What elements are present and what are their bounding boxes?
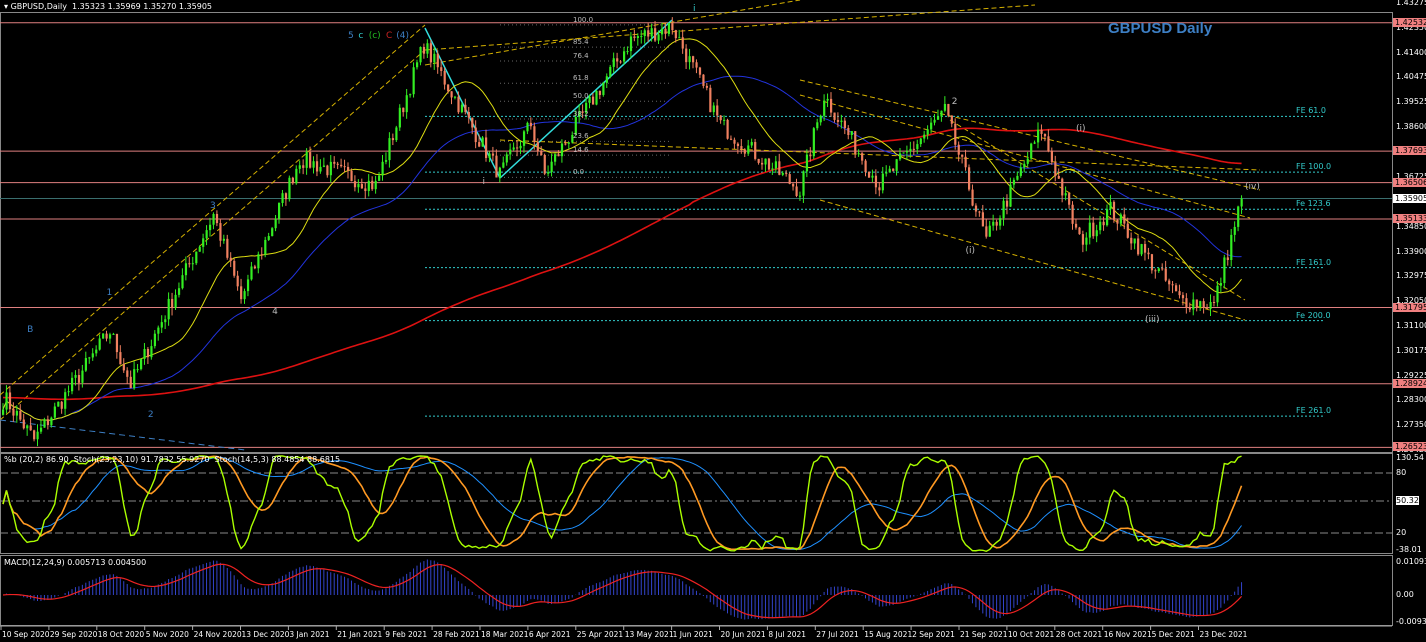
fib-level-label: 50.0 — [573, 92, 589, 101]
fib-level-label: 76.4 — [573, 51, 589, 60]
date-axis-label: 10 Oct 2021 — [1007, 630, 1055, 639]
date-axis-label: 29 Sep 2020 — [49, 630, 98, 639]
fib-level-label: 61.8 — [573, 74, 589, 83]
date-axis-label: 20 Jun 2021 — [720, 630, 766, 639]
wave-label: 4 — [272, 306, 278, 317]
price-level-tag: 1.42532 — [1393, 17, 1426, 27]
fib-level-label: 85.4 — [573, 38, 589, 47]
price-level-tag: 1.37693 — [1393, 146, 1426, 156]
date-axis-label: 28 Feb 2021 — [433, 630, 480, 639]
stoch-axis-label: -38.01 — [1396, 545, 1422, 554]
date-axis-label: 10 Sep 2020 — [2, 630, 50, 639]
fe-level-label: Fe 200.0 — [1296, 310, 1331, 320]
stoch-axis-label: 20 — [1396, 528, 1407, 537]
fib-level-label: 38.2 — [573, 110, 589, 119]
date-axis-label: 13 May 2021 — [624, 630, 674, 639]
date-axis-label: 25 Apr 2021 — [576, 630, 624, 639]
price-level-tag: 1.36506 — [1393, 177, 1426, 187]
wave-label: (iii) — [1144, 314, 1160, 325]
wave-label: B — [27, 325, 34, 336]
date-axis-label: 5 Dec 2021 — [1151, 630, 1195, 639]
fe-level-label: FE 100.0 — [1296, 162, 1332, 172]
fib-level-label: 23.6 — [573, 132, 589, 141]
date-axis-label: 15 Aug 2021 — [864, 630, 913, 639]
date-axis-label: 9 Feb 2021 — [385, 630, 428, 639]
macd-axis-label: -0.009374 — [1396, 617, 1426, 626]
date-axis-label: 18 Oct 2020 — [97, 630, 145, 639]
price-level-tag: 1.31795 — [1393, 302, 1426, 312]
wave-label: C — [385, 30, 393, 41]
wave-label: (iv) — [1245, 182, 1260, 193]
date-axis-label: 21 Sep 2021 — [960, 630, 1008, 639]
date-axis-label: 21 Jan 2021 — [337, 630, 383, 639]
stoch-axis-label: 80 — [1396, 468, 1407, 477]
date-axis-label: 3 Jan 2021 — [289, 630, 330, 639]
current-price-tag: 1.35905 — [1393, 193, 1426, 203]
fe-level-label: Fe 123.6 — [1296, 199, 1331, 209]
date-axis-label: 13 Dec 2020 — [241, 630, 290, 639]
wave-label: i — [482, 176, 486, 187]
stoch-axis-label: 50.32 — [1396, 496, 1419, 505]
macd-axis-label: 0.010937 — [1396, 557, 1426, 566]
price-level-tag: 1.28924 — [1393, 378, 1426, 388]
date-axis-label: 1 Jun 2021 — [672, 630, 713, 639]
label-overlay: 1.43275 1.42350 1.41400 1.40475 1.39525 1.386… — [0, 0, 1426, 642]
price-axis-label: 1.33900 — [1396, 246, 1426, 256]
fib-level-label: 100.0 — [573, 15, 594, 24]
fe-level-label: FE 61.0 — [1296, 106, 1327, 116]
date-axis-label: 27 Jul 2021 — [816, 630, 859, 639]
fib-level-label: 14.6 — [573, 146, 589, 155]
fe-level-label: FE 161.0 — [1296, 257, 1332, 267]
wave-label: 2 — [951, 97, 958, 108]
price-axis-label: 1.43275 — [1396, 0, 1426, 7]
price-axis-label: 1.32975 — [1396, 271, 1426, 281]
price-axis-label: 1.41400 — [1396, 47, 1426, 57]
wave-label: 2 — [147, 410, 154, 421]
stoch-axis-label: 130.54 — [1396, 453, 1424, 462]
price-axis-label: 1.28300 — [1396, 395, 1426, 405]
price-level-tag: 1.35133 — [1393, 213, 1426, 223]
price-axis-label: 1.39525 — [1396, 97, 1426, 107]
wave-label: (i) — [965, 245, 976, 256]
date-axis-label: 2 Sep 2021 — [912, 630, 955, 639]
date-axis-label: 8 Jul 2021 — [768, 630, 807, 639]
wave-label: 5 — [348, 30, 354, 41]
price-level-tag: 1.26523 — [1393, 442, 1426, 452]
date-axis-label: 24 Nov 2020 — [193, 630, 242, 639]
date-axis-label: 5 Nov 2020 — [145, 630, 189, 639]
date-axis-label: 16 Nov 2021 — [1103, 630, 1152, 639]
fib-level-label: 0.0 — [573, 168, 585, 177]
wave-label: 1 — [106, 288, 113, 299]
wave-label: (4) — [396, 30, 410, 41]
date-axis-label: 23 Dec 2021 — [1199, 630, 1248, 639]
price-axis-label: 1.27350 — [1396, 420, 1426, 430]
wave-label: (i) — [1075, 123, 1086, 134]
price-axis-label: 1.40475 — [1396, 72, 1426, 82]
price-axis-label: 1.30175 — [1396, 345, 1426, 355]
wave-label: c — [358, 30, 364, 41]
macd-axis-label: 0.00 — [1396, 590, 1414, 599]
date-axis-label: 6 Apr 2021 — [528, 630, 571, 639]
wave-label: (c) — [368, 30, 381, 41]
price-axis-label: 1.31100 — [1396, 320, 1426, 330]
wave-label: i — [693, 4, 696, 15]
fe-level-label: FE 261.0 — [1296, 406, 1332, 416]
date-axis-label: 28 Oct 2021 — [1055, 630, 1103, 639]
date-axis-label: 18 Mar 2021 — [481, 630, 529, 639]
wave-label: 3 — [210, 200, 216, 211]
price-axis-label: 1.38600 — [1396, 122, 1426, 132]
